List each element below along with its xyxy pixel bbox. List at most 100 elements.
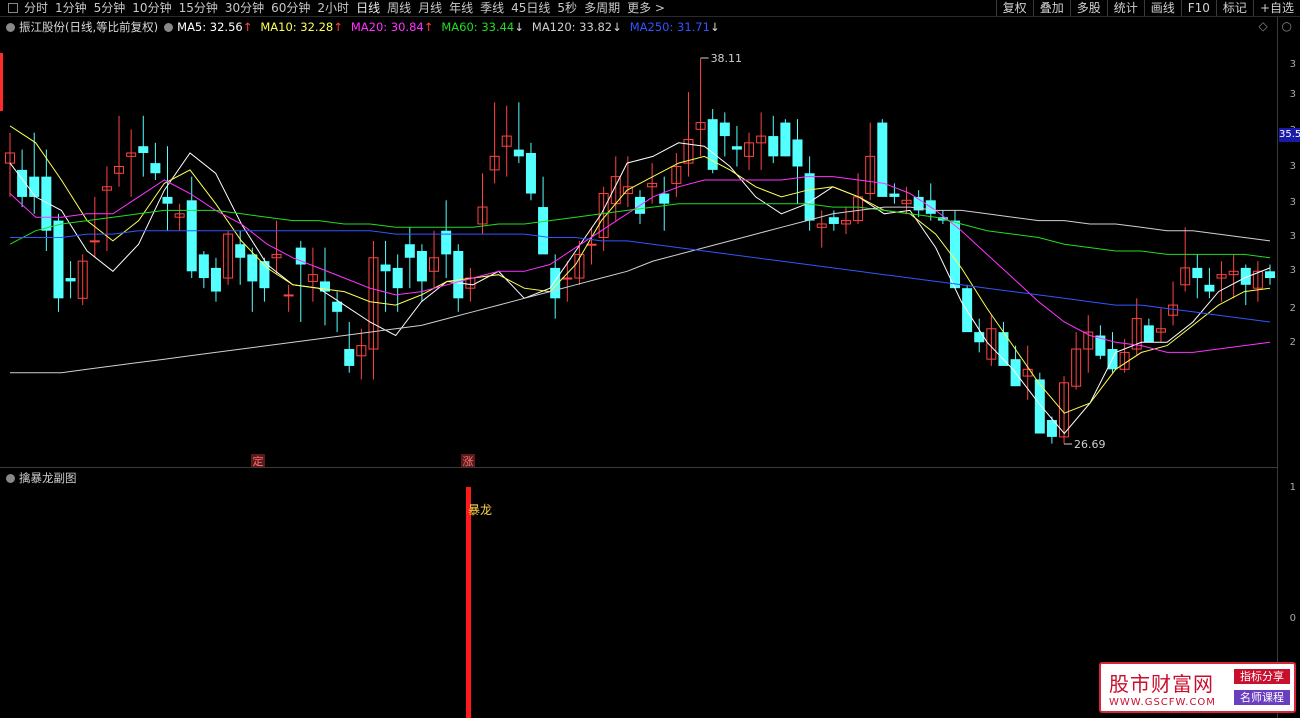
candle-body-down	[792, 139, 803, 167]
period-tab[interactable]: 1分钟	[55, 0, 87, 16]
candle-body-down	[150, 163, 161, 174]
candle-body-down	[380, 264, 391, 272]
chart-tools: 复权 叠加 多股 统计 画线 F10 标记 +自选	[995, 0, 1300, 16]
candle-body-down	[780, 122, 791, 157]
candle-body-down	[719, 122, 730, 137]
axis-tick: 3	[1289, 89, 1296, 100]
period-toolbar: 分时 1分钟 5分钟 10分钟 15分钟 30分钟 60分钟 2小时 日线 周线 月线 年线 季线 45日…	[0, 0, 1300, 17]
candle-body-down	[416, 251, 427, 282]
candle-body-down	[804, 173, 815, 221]
axis-tick: 2	[1289, 337, 1296, 348]
period-tab[interactable]: 15分钟	[179, 0, 218, 16]
candle-body-down	[974, 332, 985, 343]
candle-body-down	[1204, 284, 1215, 292]
candle-body-down	[1192, 267, 1203, 279]
candle-body-down	[404, 244, 415, 258]
watermark-tag-courses: 名师课程	[1234, 690, 1290, 705]
candle-body-down	[1034, 379, 1045, 434]
signal-label: 定	[253, 454, 264, 468]
period-tab[interactable]: 5分钟	[94, 0, 126, 16]
axis-tick: 2	[1289, 303, 1296, 314]
pane-separator	[0, 467, 1278, 468]
signal-bar	[466, 487, 471, 718]
current-price-badge: 35.5	[1279, 128, 1300, 142]
period-tab[interactable]: 45日线	[511, 0, 550, 16]
tool-button[interactable]: 画线	[1143, 0, 1181, 16]
site-watermark: 股市财富网 WWW.GSCFW.COM 指标分享 名师课程	[1099, 662, 1296, 713]
tool-button[interactable]: 多股	[1069, 0, 1107, 16]
candle-body-down	[235, 244, 246, 258]
sub-axis-tick: 1	[1289, 482, 1296, 493]
candle-body-down	[41, 176, 52, 231]
candle-body-down	[247, 254, 258, 282]
ma120-line	[10, 206, 1271, 374]
candle-body-down	[29, 176, 40, 197]
candle-body-down	[392, 267, 403, 289]
period-tab[interactable]: 2小时	[317, 0, 349, 16]
candle-body-down	[1143, 325, 1154, 343]
candle-body-down	[731, 146, 742, 150]
candle-body-down	[162, 196, 173, 204]
candle-body-down	[525, 152, 536, 194]
candle-body-down	[889, 193, 900, 197]
axis-tick: 3	[1289, 265, 1296, 276]
tool-button[interactable]: 复权	[995, 0, 1033, 16]
sub-legend: 擒暴龙副图	[6, 470, 77, 486]
period-tab[interactable]: 30分钟	[225, 0, 264, 16]
high-price-label: 38.11	[711, 52, 743, 65]
watermark-tag-indicators: 指标分享	[1234, 669, 1290, 684]
tool-button[interactable]: F10	[1180, 0, 1216, 16]
period-tab[interactable]: 60分钟	[271, 0, 310, 16]
tool-button[interactable]: 叠加	[1032, 0, 1070, 16]
period-tab[interactable]: 日线	[356, 0, 380, 16]
watermark-url: WWW.GSCFW.COM	[1109, 697, 1216, 708]
candle-body-down	[453, 251, 464, 299]
candle-body-down	[513, 149, 524, 157]
candle-body-up	[283, 294, 294, 297]
candle-body-down	[138, 146, 149, 153]
sub-axis-tick: 0	[1289, 613, 1296, 624]
sub-settings-dot-icon[interactable]	[6, 473, 15, 483]
window-toggle-icon[interactable]	[8, 3, 18, 13]
candle-body-down	[65, 278, 76, 282]
candle-body-down	[877, 122, 888, 197]
sub-chart-title: 擒暴龙副图	[19, 471, 77, 485]
kline-chart[interactable]: 38.1126.69定 涨暴龙	[0, 17, 1278, 718]
candle-body-up	[562, 277, 573, 280]
tool-button[interactable]: 标记	[1215, 0, 1253, 16]
candle-body-down	[344, 349, 355, 366]
period-tab[interactable]: 年线	[449, 0, 473, 16]
period-tab[interactable]: 10分钟	[132, 0, 171, 16]
period-tab[interactable]: 月线	[418, 0, 442, 16]
candle-body-down	[768, 136, 779, 157]
candle-body-down	[210, 267, 221, 292]
period-tab[interactable]: 季线	[480, 0, 504, 16]
candle-body-down	[828, 217, 839, 224]
axis-tick: 3	[1289, 59, 1296, 70]
tool-button[interactable]: 统计	[1106, 0, 1144, 16]
tool-button[interactable]: +自选	[1252, 0, 1300, 16]
period-tab[interactable]: 5秒	[557, 0, 577, 16]
period-tab[interactable]: 多周期	[584, 0, 620, 16]
period-tab[interactable]: 周线	[387, 0, 411, 16]
candle-body-down	[538, 207, 549, 255]
candle-body-down	[186, 200, 197, 272]
ma5-line	[9, 142, 1271, 435]
watermark-title: 股市财富网	[1109, 672, 1214, 696]
candle-body-up	[586, 243, 597, 246]
candle-body-down	[1265, 271, 1275, 279]
left-marker-bar	[0, 53, 3, 111]
axis-tick: 3	[1289, 161, 1296, 172]
period-tabs: 分时 1分钟 5分钟 10分钟 15分钟 30分钟 60分钟 2小时 日线 周线 月线 年线 季线 45日…	[0, 0, 672, 16]
candle-body-down	[198, 254, 209, 279]
axis-tick: 3	[1289, 231, 1296, 242]
candle-body-down	[53, 220, 64, 299]
period-tab[interactable]: 分时	[24, 0, 48, 16]
price-axis[interactable]: 33333332210	[1277, 17, 1300, 718]
candle-body-down	[659, 193, 670, 204]
candle-body-up	[89, 240, 100, 243]
period-tab[interactable]: 更多 >	[627, 0, 665, 16]
axis-tick: 3	[1289, 197, 1296, 208]
signal-text: 暴龙	[468, 503, 492, 517]
low-price-label: 26.69	[1074, 438, 1106, 451]
